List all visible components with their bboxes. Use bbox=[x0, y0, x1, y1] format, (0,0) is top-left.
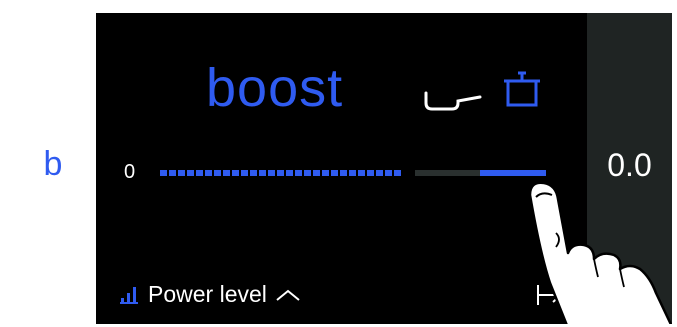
frying-pan-icon[interactable] bbox=[422, 89, 486, 117]
slider-dash-segment bbox=[394, 170, 401, 176]
slider-dash-segment bbox=[259, 170, 266, 176]
slider-dash-segment bbox=[376, 170, 383, 176]
slider-dash-segment bbox=[250, 170, 257, 176]
slider-dash-segment bbox=[196, 170, 203, 176]
slider-dash-segment bbox=[331, 170, 338, 176]
slider-dash-segment bbox=[385, 170, 392, 176]
slider-dash-segment bbox=[241, 170, 248, 176]
slider-min-label: 0 bbox=[124, 161, 136, 183]
cooktop-display: b boost 0 0.0 Power level bbox=[10, 13, 672, 324]
signal-bars-icon bbox=[120, 286, 138, 304]
slider-dash-segment bbox=[304, 170, 311, 176]
slider-track bbox=[415, 170, 485, 176]
slider-dash-segment bbox=[169, 170, 176, 176]
slider-dash-segment bbox=[322, 170, 329, 176]
slider-dash-segment bbox=[268, 170, 275, 176]
slider-dash-segment bbox=[313, 170, 320, 176]
slider-dash-segment bbox=[358, 170, 365, 176]
slider-dash-segment bbox=[232, 170, 239, 176]
chevron-up-icon bbox=[276, 289, 300, 301]
slider-dash-segment bbox=[223, 170, 230, 176]
zone-selector-panel[interactable]: b bbox=[10, 13, 96, 324]
slider-dash-segment bbox=[205, 170, 212, 176]
power-level-label: Power level bbox=[148, 281, 267, 307]
slider-dash-segment bbox=[160, 170, 167, 176]
slider-dash-segment bbox=[214, 170, 221, 176]
slider-dash-segment bbox=[178, 170, 185, 176]
slider-dash-segment bbox=[286, 170, 293, 176]
slider-dash-segment bbox=[295, 170, 302, 176]
device-frame: b boost 0 0.0 Power level bbox=[0, 0, 677, 327]
slider-dash-segment bbox=[349, 170, 356, 176]
cooking-pot-icon[interactable] bbox=[500, 65, 544, 109]
slider-dash-segment bbox=[187, 170, 194, 176]
slider-dash-segment bbox=[367, 170, 374, 176]
slider-dash-segment bbox=[340, 170, 347, 176]
power-level-control[interactable]: Power level bbox=[120, 281, 301, 308]
pointing-hand-illustration bbox=[528, 181, 672, 324]
slider-dash-segment bbox=[277, 170, 284, 176]
zone-letter: b bbox=[43, 145, 63, 183]
mode-title: boost bbox=[206, 58, 344, 118]
